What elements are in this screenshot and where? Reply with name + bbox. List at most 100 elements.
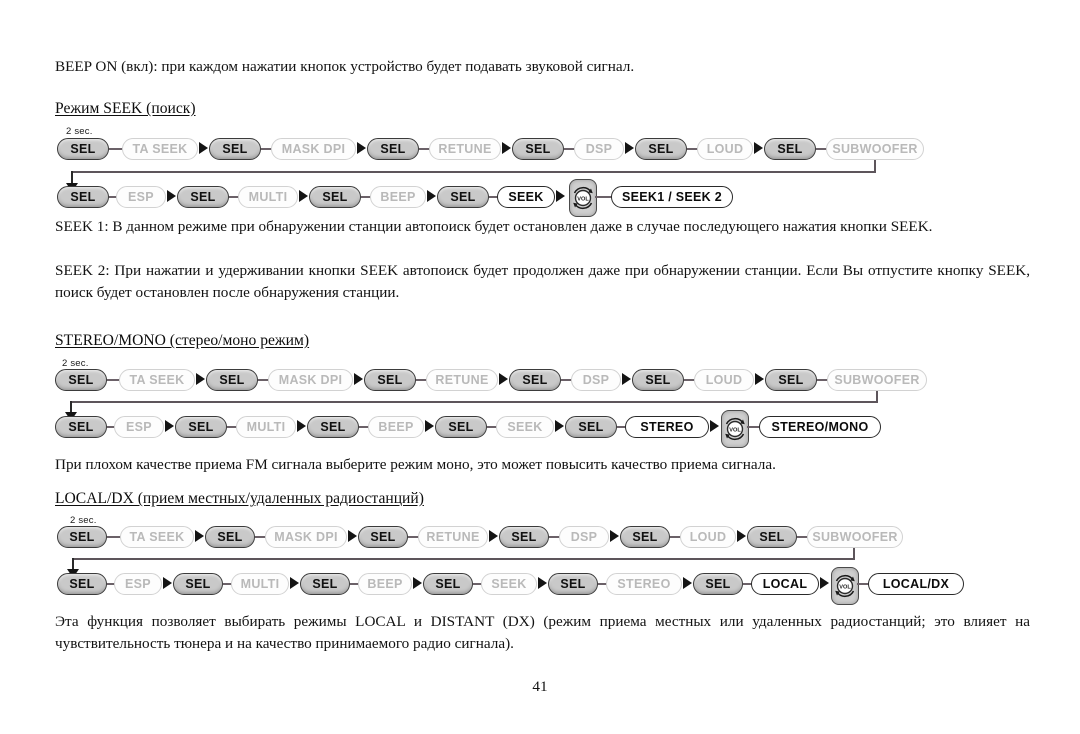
pill-esp[interactable]: ESP <box>114 573 162 595</box>
pill-beep[interactable]: BEEP <box>368 416 424 438</box>
section-heading-stereo-mono: STEREO/MONO (стерео/моно режим) <box>55 332 310 349</box>
svg-text:VOL: VOL <box>839 585 851 591</box>
pill-esp[interactable]: ESP <box>116 186 166 208</box>
section-heading-local-dx: LOCAL/DX (прием местных/удаленных радиос… <box>55 490 424 507</box>
vol-knob-icon[interactable]: VOL <box>569 179 597 217</box>
arrow-icon <box>710 420 719 432</box>
pill-loud[interactable]: LOUD <box>680 526 736 548</box>
section-heading-seek: Режим SEEK (поиск) <box>55 100 196 117</box>
pill-sel[interactable]: SEL <box>364 369 416 391</box>
pill-sel[interactable]: SEL <box>435 416 487 438</box>
arrow-icon <box>489 530 498 542</box>
arrow-icon <box>610 530 619 542</box>
arrow-icon <box>167 190 176 202</box>
pill-mask-dpi[interactable]: MASK DPI <box>268 369 353 391</box>
pill-sel[interactable]: SEL <box>437 186 489 208</box>
hold-duration-label-local: 2 sec. <box>70 515 97 526</box>
pill-mask-dpi[interactable]: MASK DPI <box>271 138 356 160</box>
pill-beep[interactable]: BEEP <box>358 573 412 595</box>
hold-duration-label-stereo: 2 sec. <box>62 358 89 369</box>
pill-dsp[interactable]: DSP <box>574 138 624 160</box>
pill-result-local-dx[interactable]: LOCAL/DX <box>868 573 964 595</box>
pill-beep[interactable]: BEEP <box>370 186 426 208</box>
arrow-icon <box>290 577 299 589</box>
pill-subwoofer[interactable]: SUBWOOFER <box>807 526 903 548</box>
pill-sel[interactable]: SEL <box>173 573 223 595</box>
pill-seek[interactable]: SEEK <box>481 573 537 595</box>
pill-sel[interactable]: SEL <box>764 138 816 160</box>
pill-loud[interactable]: LOUD <box>694 369 754 391</box>
pill-sel[interactable]: SEL <box>55 416 107 438</box>
arrow-icon <box>163 577 172 589</box>
pill-sel[interactable]: SEL <box>635 138 687 160</box>
pill-sel[interactable]: SEL <box>55 369 107 391</box>
pill-sel[interactable]: SEL <box>205 526 255 548</box>
section-paragraph-seek2: SEEK 2: При нажатии и удерживании кнопки… <box>55 262 1030 301</box>
page-number: 41 <box>532 678 548 695</box>
pill-sel[interactable]: SEL <box>307 416 359 438</box>
pill-stereo[interactable]: STEREO <box>625 416 709 438</box>
vol-knob-icon[interactable]: VOL <box>721 410 749 448</box>
pill-result-stereo-mono[interactable]: STEREO/MONO <box>759 416 881 438</box>
pill-multi[interactable]: MULTI <box>238 186 298 208</box>
pill-sel[interactable]: SEL <box>177 186 229 208</box>
pill-sel[interactable]: SEL <box>565 416 617 438</box>
pill-sel[interactable]: SEL <box>499 526 549 548</box>
vol-knob-icon[interactable]: VOL <box>831 567 859 605</box>
pill-sel[interactable]: SEL <box>175 416 227 438</box>
pill-local[interactable]: LOCAL <box>751 573 819 595</box>
pill-sel[interactable]: SEL <box>57 186 109 208</box>
pill-retune[interactable]: RETUNE <box>429 138 501 160</box>
arrow-icon <box>297 420 306 432</box>
pill-sel[interactable]: SEL <box>765 369 817 391</box>
diagram-stereo-row1: SEL TA SEEK SEL MASK DPI SEL RETUNE SEL … <box>0 369 1080 395</box>
pill-sel[interactable]: SEL <box>747 526 797 548</box>
pill-sel[interactable]: SEL <box>206 369 258 391</box>
arrow-icon <box>195 530 204 542</box>
pill-seek[interactable]: SEEK <box>496 416 554 438</box>
pill-subwoofer[interactable]: SUBWOOFER <box>827 369 927 391</box>
manual-page: BEEP ON (вкл): при каждом нажатии кнопок… <box>0 0 1080 734</box>
pill-sel[interactable]: SEL <box>509 369 561 391</box>
arrow-icon <box>165 420 174 432</box>
pill-retune[interactable]: RETUNE <box>418 526 488 548</box>
pill-ta-seek[interactable]: TA SEEK <box>120 526 194 548</box>
pill-retune[interactable]: RETUNE <box>426 369 498 391</box>
intro-paragraph: BEEP ON (вкл): при каждом нажатии кнопок… <box>55 58 635 75</box>
pill-ta-seek[interactable]: TA SEEK <box>122 138 198 160</box>
pill-stereo[interactable]: STEREO <box>606 573 682 595</box>
pill-sel[interactable]: SEL <box>358 526 408 548</box>
pill-subwoofer[interactable]: SUBWOOFER <box>826 138 924 160</box>
arrow-icon <box>538 577 547 589</box>
pill-mask-dpi[interactable]: MASK DPI <box>265 526 347 548</box>
arrow-icon <box>754 142 763 154</box>
section-paragraph-local-dx: Эта функция позволяет выбирать режимы LO… <box>55 613 1030 652</box>
pill-sel[interactable]: SEL <box>620 526 670 548</box>
pill-dsp[interactable]: DSP <box>571 369 621 391</box>
pill-sel[interactable]: SEL <box>512 138 564 160</box>
pill-sel[interactable]: SEL <box>548 573 598 595</box>
pill-sel[interactable]: SEL <box>309 186 361 208</box>
pill-sel[interactable]: SEL <box>632 369 684 391</box>
pill-sel[interactable]: SEL <box>57 573 107 595</box>
pill-sel[interactable]: SEL <box>209 138 261 160</box>
pill-esp[interactable]: ESP <box>114 416 164 438</box>
pill-multi[interactable]: MULTI <box>231 573 289 595</box>
pill-ta-seek[interactable]: TA SEEK <box>119 369 195 391</box>
pill-sel[interactable]: SEL <box>57 526 107 548</box>
pill-result-seek[interactable]: SEEK1 / SEEK 2 <box>611 186 733 208</box>
arrow-icon <box>357 142 366 154</box>
pill-sel[interactable]: SEL <box>693 573 743 595</box>
wrap-connector-horizontal <box>71 171 876 174</box>
pill-seek[interactable]: SEEK <box>497 186 555 208</box>
pill-sel[interactable]: SEL <box>423 573 473 595</box>
pill-sel[interactable]: SEL <box>300 573 350 595</box>
arrow-icon <box>737 530 746 542</box>
arrow-icon <box>555 420 564 432</box>
pill-multi[interactable]: MULTI <box>236 416 296 438</box>
pill-sel[interactable]: SEL <box>57 138 109 160</box>
pill-dsp[interactable]: DSP <box>559 526 609 548</box>
pill-loud[interactable]: LOUD <box>697 138 753 160</box>
arrow-icon <box>556 190 565 202</box>
pill-sel[interactable]: SEL <box>367 138 419 160</box>
